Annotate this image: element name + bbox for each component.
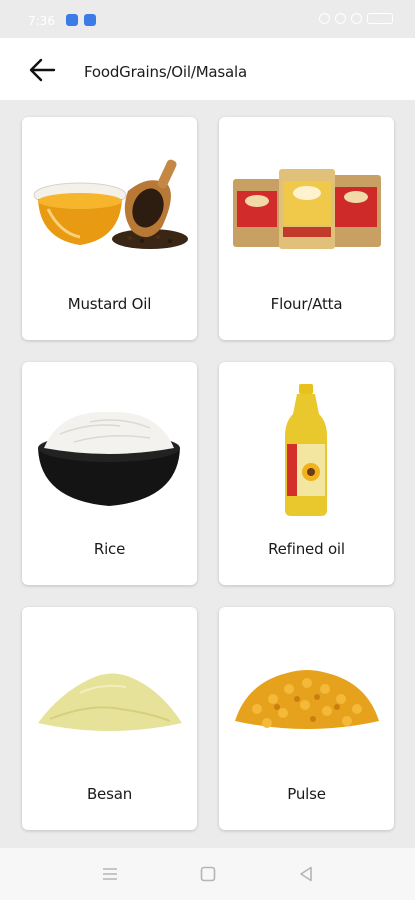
category-label: Refined oil [268, 540, 345, 558]
menu-icon[interactable] [100, 864, 120, 884]
notification-app-icon [66, 14, 78, 26]
category-label: Besan [86, 785, 133, 803]
status-time: 7:36 [28, 14, 55, 28]
pulse-image [235, 670, 379, 729]
home-icon[interactable] [198, 864, 218, 884]
besan-image [38, 673, 182, 731]
notification-app-icon [84, 14, 96, 26]
category-card-besan[interactable]: Besan [22, 607, 197, 830]
category-card-mustard-oil[interactable]: Mustard Oil [22, 117, 197, 340]
arrow-left-icon[interactable] [24, 52, 60, 88]
back-triangle-icon[interactable] [296, 864, 316, 884]
category-list: Mustard Oil Flour/Atta Rice Refined oil … [0, 100, 415, 848]
category-label: Rice [93, 540, 126, 558]
category-label: Mustard Oil [67, 295, 152, 313]
wifi-icon [335, 13, 346, 24]
battery-icon [367, 13, 393, 24]
category-card-refined-oil[interactable]: Refined oil [219, 362, 394, 585]
page-title: FoodGrains/Oil/Masala [84, 63, 247, 81]
refined-oil-image [285, 384, 327, 516]
system-nav-bar [0, 848, 415, 900]
app-bar: FoodGrains/Oil/Masala [0, 38, 415, 100]
category-card-pulse[interactable]: Pulse [219, 607, 394, 830]
mustard-oil-image [33, 159, 188, 249]
category-card-rice[interactable]: Rice [22, 362, 197, 585]
flour-atta-image [233, 169, 381, 249]
rice-image [38, 411, 180, 506]
status-bar: 7:36 [0, 0, 415, 38]
category-card-flour-atta[interactable]: Flour/Atta [219, 117, 394, 340]
category-label: Flour/Atta [270, 295, 343, 313]
alarm-icon [319, 13, 330, 24]
category-label: Pulse [287, 785, 326, 803]
signal-icon [351, 13, 362, 24]
status-icons [319, 13, 393, 24]
